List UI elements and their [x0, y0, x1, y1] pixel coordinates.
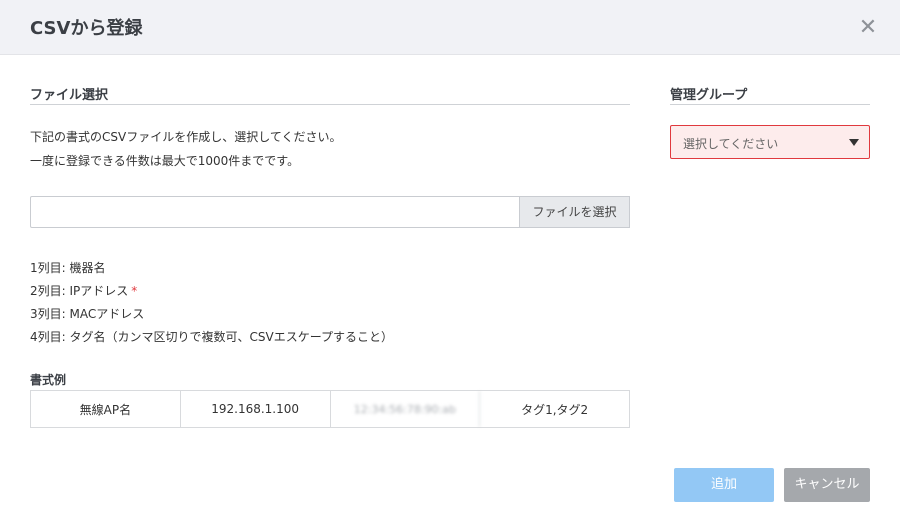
dialog-header: CSVから登録 ✕ — [0, 0, 900, 55]
example-cell-mac: 12:34:56:78:90:ab — [331, 391, 481, 427]
column-line-2-text: 2列目: IPアドレス — [30, 284, 129, 298]
cancel-button[interactable]: キャンセル — [784, 468, 870, 502]
file-path-input[interactable] — [30, 196, 520, 228]
example-cell-ip: 192.168.1.100 — [181, 391, 331, 427]
caret-down-icon — [849, 139, 859, 146]
group-section-divider — [670, 104, 870, 105]
file-section-divider — [30, 104, 630, 105]
choose-file-button[interactable]: ファイルを選択 — [520, 196, 630, 228]
column-line-4-text: 4列目: タグ名（カンマ区切りで複数可、CSVエスケープすること） — [30, 330, 393, 344]
file-section-title: ファイル選択 — [30, 88, 109, 103]
description-line-1: 下記の書式のCSVファイルを作成し、選択してください。 — [30, 130, 342, 144]
add-button[interactable]: 追加 — [674, 468, 774, 502]
group-select-placeholder: 選択してください — [683, 137, 779, 151]
example-cell-tags: タグ1,タグ2 — [521, 402, 589, 417]
column-line-3-text: 3列目: MACアドレス — [30, 307, 145, 321]
dialog-title: CSVから登録 — [30, 18, 143, 39]
example-table: 無線AP名 192.168.1.100 12:34:56:78:90:ab タグ… — [30, 390, 630, 428]
group-select[interactable]: 選択してください — [670, 125, 870, 159]
column-line-1-text: 1列目: 機器名 — [30, 261, 106, 275]
column-line-1: 1列目: 機器名 — [30, 259, 106, 276]
description-line-2: 一度に登録できる件数は最大で1000件までです。 — [30, 154, 300, 168]
example-cell-name: 無線AP名 — [31, 391, 181, 427]
required-mark: * — [131, 284, 138, 298]
example-title: 書式例 — [30, 373, 67, 387]
group-section-title: 管理グループ — [670, 88, 748, 103]
column-line-4: 4列目: タグ名（カンマ区切りで複数可、CSVエスケープすること） — [30, 328, 393, 345]
column-line-2: 2列目: IPアドレス * — [30, 282, 137, 299]
column-line-3: 3列目: MACアドレス — [30, 305, 144, 322]
close-icon[interactable]: ✕ — [858, 17, 878, 39]
